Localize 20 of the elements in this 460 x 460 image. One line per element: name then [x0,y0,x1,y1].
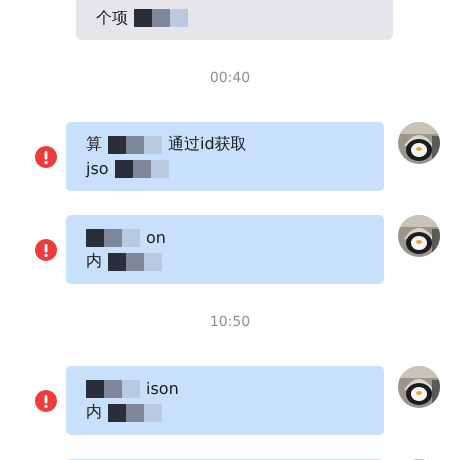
redaction-mosaic [108,252,162,270]
redaction-mosaic [86,380,140,398]
redaction-mosaic [86,228,140,246]
redaction-mosaic [114,160,169,178]
message-text: on [146,228,166,247]
error-icon[interactable] [35,390,57,412]
message-text: 内 [86,402,102,423]
timestamp: 10:50 [210,314,250,330]
timestamp: 00:40 [210,70,250,86]
redaction-mosaic [108,136,162,154]
message-text: 内 [86,251,102,272]
message-text: 通过id获取 [168,134,247,155]
message-text: 个项 [96,8,128,28]
error-icon[interactable] [35,238,57,260]
message-text: ison [146,379,179,398]
redaction-mosaic [108,404,162,422]
error-icon[interactable] [35,146,57,168]
message-text: jso [86,159,109,178]
message-text: 算 [86,134,102,155]
redaction-mosaic [134,9,188,27]
